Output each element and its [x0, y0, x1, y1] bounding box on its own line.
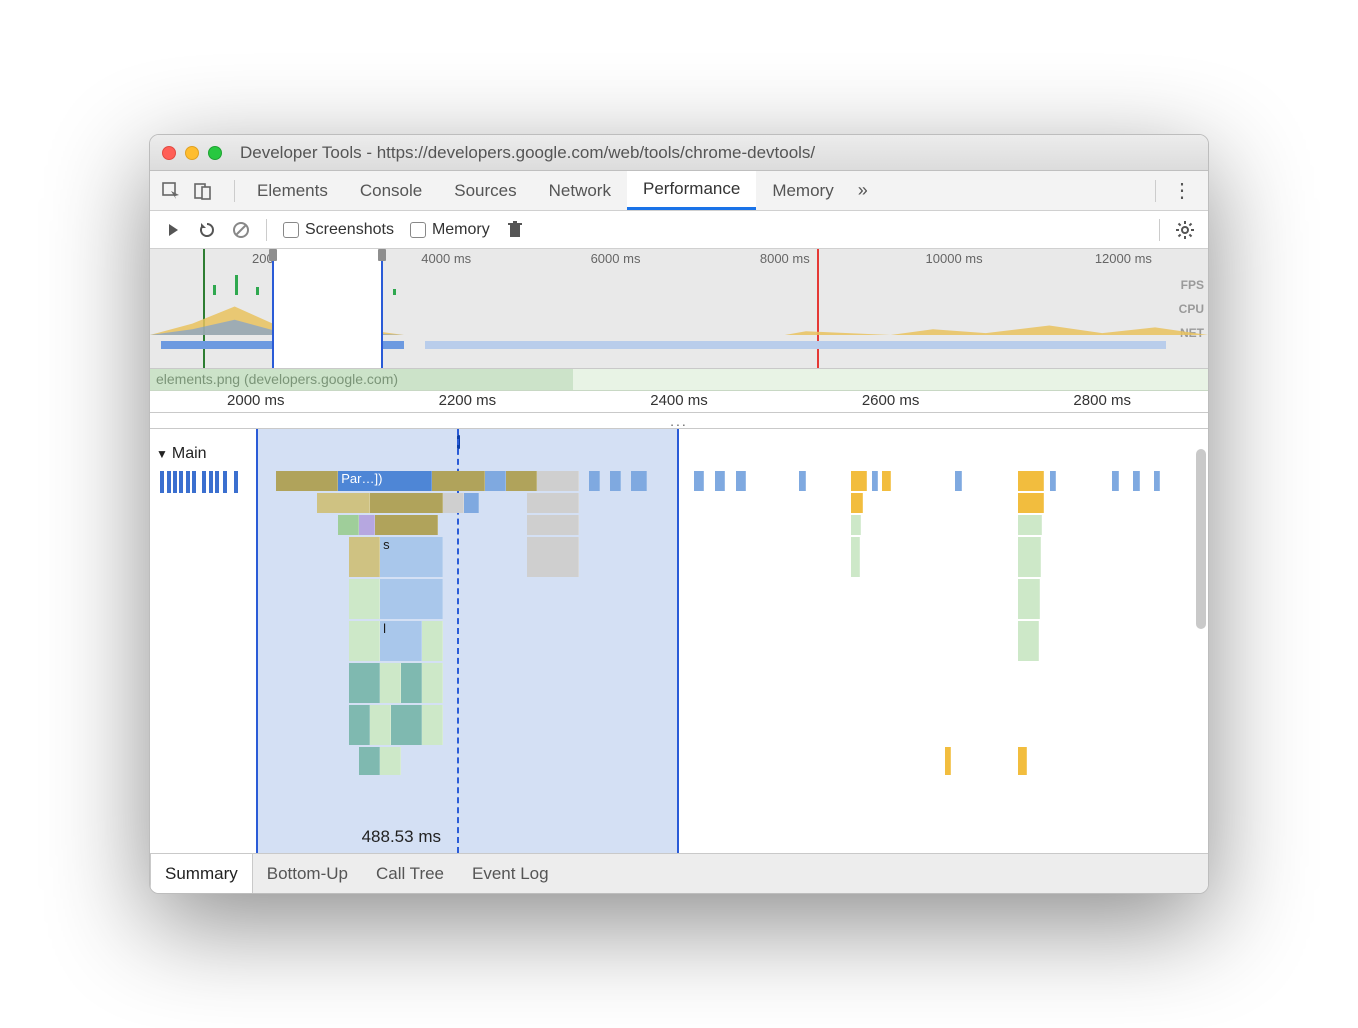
clear-button[interactable] [226, 215, 256, 245]
details-tabs: Summary Bottom-Up Call Tree Event Log [150, 853, 1208, 893]
divider [234, 180, 235, 202]
tab-sources[interactable]: Sources [438, 171, 532, 210]
flame-row [150, 515, 1196, 535]
tab-bottom-up[interactable]: Bottom-Up [253, 854, 362, 893]
flame-chart[interactable]: ▼ Main Par…]) [150, 429, 1208, 853]
tab-elements[interactable]: Elements [241, 171, 344, 210]
inspect-element-icon[interactable] [156, 176, 186, 206]
divider [1159, 219, 1160, 241]
flame-row [150, 579, 1196, 619]
flame-block-l[interactable]: l [380, 621, 422, 661]
device-toolbar-icon[interactable] [188, 176, 218, 206]
capture-settings-icon[interactable] [1170, 215, 1200, 245]
overview-tick: 10000 ms [926, 251, 983, 266]
window-title: Developer Tools - https://developers.goo… [240, 143, 815, 163]
minimize-window-button[interactable] [185, 146, 199, 160]
ruler-collapse-dots[interactable]: ... [150, 413, 1208, 429]
collect-garbage-icon[interactable] [500, 215, 530, 245]
flame-block-parse[interactable]: Par…]) [338, 471, 432, 491]
overview-selection[interactable] [272, 249, 383, 368]
overview-tick: 6000 ms [591, 251, 641, 266]
selection-duration-label: 488.53 ms [362, 827, 441, 847]
tab-performance[interactable]: Performance [627, 171, 756, 210]
overflow-tabs-button[interactable]: » [850, 171, 876, 210]
overview-tick: 4000 ms [421, 251, 471, 266]
ruler-tick: 2800 ms [1073, 392, 1131, 409]
flame-row: l [150, 621, 1196, 661]
flame-row [150, 493, 1196, 513]
flame-row [150, 663, 1196, 703]
ruler-tick: 2200 ms [439, 392, 497, 409]
tab-call-tree[interactable]: Call Tree [362, 854, 458, 893]
chevron-down-icon: ▼ [156, 447, 168, 461]
traffic-lights [162, 146, 222, 160]
reload-record-button[interactable] [192, 215, 222, 245]
flame-scrollbar[interactable] [1196, 449, 1206, 629]
panel-tabs: Elements Console Sources Network Perform… [150, 171, 1208, 211]
selection-handle-right[interactable] [378, 249, 386, 261]
tab-network[interactable]: Network [533, 171, 627, 210]
tab-event-log[interactable]: Event Log [458, 854, 563, 893]
screenshots-checkbox[interactable] [283, 222, 299, 238]
time-ruler[interactable]: 2000 ms 2200 ms 2400 ms 2600 ms 2800 ms [150, 391, 1208, 413]
overview-tick: 12000 ms [1095, 251, 1152, 266]
overview-timeline[interactable]: 2000 ms 4000 ms 6000 ms 8000 ms 10000 ms… [150, 249, 1208, 369]
flame-row: Par…]) [150, 471, 1196, 491]
flame-block-s[interactable]: s [380, 537, 443, 577]
overview-tick: 8000 ms [760, 251, 810, 266]
memory-checkbox-wrap: Memory [410, 221, 490, 239]
tab-memory[interactable]: Memory [756, 171, 849, 210]
ruler-tick: 2600 ms [862, 392, 920, 409]
close-window-button[interactable] [162, 146, 176, 160]
performance-toolbar: Screenshots Memory [150, 211, 1208, 249]
ruler-tick: 2400 ms [650, 392, 708, 409]
settings-menu-button[interactable]: ⋮ [1162, 171, 1202, 210]
flame-row [150, 705, 1196, 745]
divider [1155, 180, 1156, 202]
memory-checkbox[interactable] [410, 222, 426, 238]
tab-console[interactable]: Console [344, 171, 438, 210]
main-thread-label: Main [172, 445, 207, 463]
divider [266, 219, 267, 241]
titlebar: Developer Tools - https://developers.goo… [150, 135, 1208, 171]
tab-summary[interactable]: Summary [150, 853, 253, 893]
flame-row [150, 747, 1196, 775]
zoom-window-button[interactable] [208, 146, 222, 160]
ruler-tick: 2000 ms [227, 392, 285, 409]
main-thread-toggle[interactable]: ▼ Main [156, 445, 207, 463]
selection-handle-left[interactable] [269, 249, 277, 261]
flame-row: s [150, 537, 1196, 577]
network-strip[interactable]: elements.png (developers.google.com) [150, 369, 1208, 391]
devtools-window: Developer Tools - https://developers.goo… [149, 134, 1209, 894]
record-button[interactable] [158, 215, 188, 245]
memory-label: Memory [432, 221, 490, 239]
screenshots-label: Screenshots [305, 221, 394, 239]
screenshots-checkbox-wrap: Screenshots [283, 221, 394, 239]
